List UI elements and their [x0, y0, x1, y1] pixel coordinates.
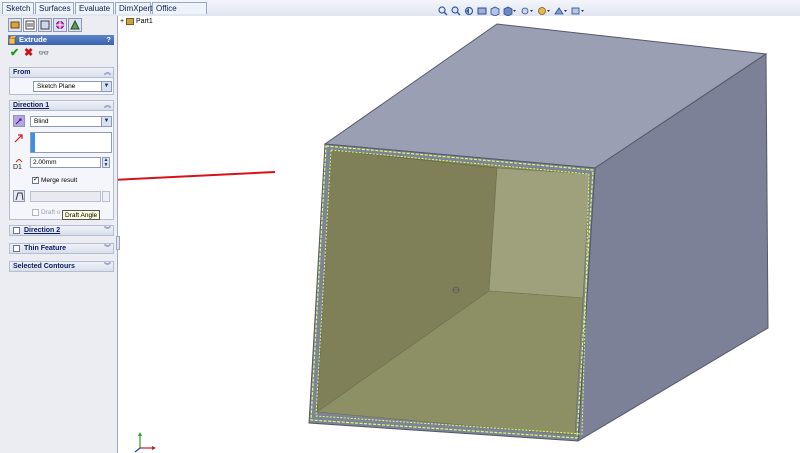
manager-tabs — [8, 18, 116, 32]
expand-chevron-icon[interactable]: ︾ — [104, 226, 111, 236]
direction2-group-title: Direction 2 — [24, 227, 61, 234]
draft-outward-label: Draft o — [41, 209, 61, 216]
panel-resize-handle[interactable] — [116, 236, 120, 250]
reverse-direction-button[interactable] — [13, 115, 25, 127]
collapse-chevron-icon[interactable]: ︽ — [104, 101, 111, 111]
thin-feature-checkbox[interactable] — [13, 245, 20, 252]
from-group-title: From — [13, 69, 31, 76]
feature-manager-tab[interactable] — [8, 18, 22, 32]
merge-result-label: Merge result — [41, 177, 78, 184]
dimxpert-manager-tab[interactable] — [53, 18, 67, 32]
ok-check-icon[interactable]: ✔ — [10, 47, 19, 59]
expand-chevron-icon[interactable]: ︾ — [104, 262, 111, 272]
ok-cancel-row: ✔ ✖ 👓 — [10, 47, 54, 59]
cancel-x-icon[interactable]: ✖ — [24, 47, 33, 59]
extrude-icon — [9, 36, 17, 44]
display-manager-tab[interactable] — [68, 18, 82, 32]
from-group: From ︽ Sketch Plane ▼ — [9, 67, 114, 95]
feature-tree-icon — [10, 21, 20, 29]
property-manager-panel: Extrude ? ✔ ✖ 👓 From ︽ Sketch Plane ▼ Di… — [0, 16, 120, 453]
display-icon — [70, 20, 80, 30]
depth-input[interactable]: 2.00mm — [30, 157, 101, 168]
draft-icon — [15, 192, 24, 201]
configuration-icon — [40, 20, 50, 30]
end-condition-select[interactable]: Blind ▼ — [30, 116, 112, 127]
property-manager-title: Extrude — [19, 35, 47, 44]
thin-feature-group[interactable]: Thin Feature ︾ — [9, 243, 114, 254]
model-viewport[interactable] — [0, 0, 800, 453]
thin-feature-group-title: Thin Feature — [24, 245, 67, 252]
help-icon[interactable]: ? — [106, 35, 111, 45]
detailed-preview-glasses-icon[interactable]: 👓 — [38, 47, 49, 59]
direction-vector-arrow-icon — [14, 134, 23, 143]
direction1-group-header[interactable]: Direction 1 ︽ — [10, 101, 113, 111]
direction2-group[interactable]: Direction 2 ︾ — [9, 225, 114, 236]
reverse-direction-icon — [14, 116, 24, 126]
selection-box-indicator — [31, 133, 35, 152]
direction1-group-title: Direction 1 — [13, 102, 50, 109]
depth-dimension-icon: D1 — [13, 159, 23, 171]
dimxpert-icon — [56, 21, 64, 29]
selected-contours-group-title: Selected Contours — [13, 263, 75, 270]
dropdown-arrow-icon[interactable]: ▼ — [101, 117, 111, 126]
merge-result-checkbox[interactable] — [32, 175, 39, 184]
draft-angle-tooltip: Draft Angle — [62, 210, 101, 220]
direction2-checkbox[interactable] — [13, 227, 20, 234]
draft-outward-checkbox[interactable] — [32, 209, 39, 216]
property-manager-tab[interactable] — [23, 18, 37, 32]
property-icon — [25, 20, 35, 30]
depth-spinner[interactable]: ▲ ▼ — [102, 157, 110, 168]
dropdown-arrow-icon[interactable]: ▼ — [101, 82, 111, 91]
direction1-group: Direction 1 ︽ Blind ▼ D1 2.00mm ▲▼ Merge… — [9, 100, 114, 220]
direction-of-extrusion-selection-box[interactable] — [30, 132, 112, 153]
inner-back-wall[interactable] — [488, 167, 591, 299]
selected-contours-group[interactable]: Selected Contours ︾ — [9, 261, 114, 272]
draft-angle-spinner[interactable] — [102, 191, 110, 202]
reference-triad-icon[interactable] — [132, 430, 162, 453]
depth-value: 2.00mm — [33, 159, 57, 166]
end-condition-value: Blind — [34, 118, 49, 125]
configuration-manager-tab[interactable] — [38, 18, 52, 32]
from-select-value: Sketch Plane — [37, 83, 76, 90]
draft-angle-input[interactable] — [30, 191, 101, 202]
expand-chevron-icon[interactable]: ︾ — [104, 244, 111, 254]
svg-text:D1: D1 — [13, 164, 22, 171]
collapse-chevron-icon[interactable]: ︽ — [104, 68, 111, 78]
from-group-header[interactable]: From ︽ — [10, 68, 113, 78]
draft-on-off-button[interactable] — [13, 190, 25, 202]
from-start-condition-select[interactable]: Sketch Plane ▼ — [33, 81, 112, 92]
property-manager-title-bar: Extrude ? — [8, 35, 114, 45]
